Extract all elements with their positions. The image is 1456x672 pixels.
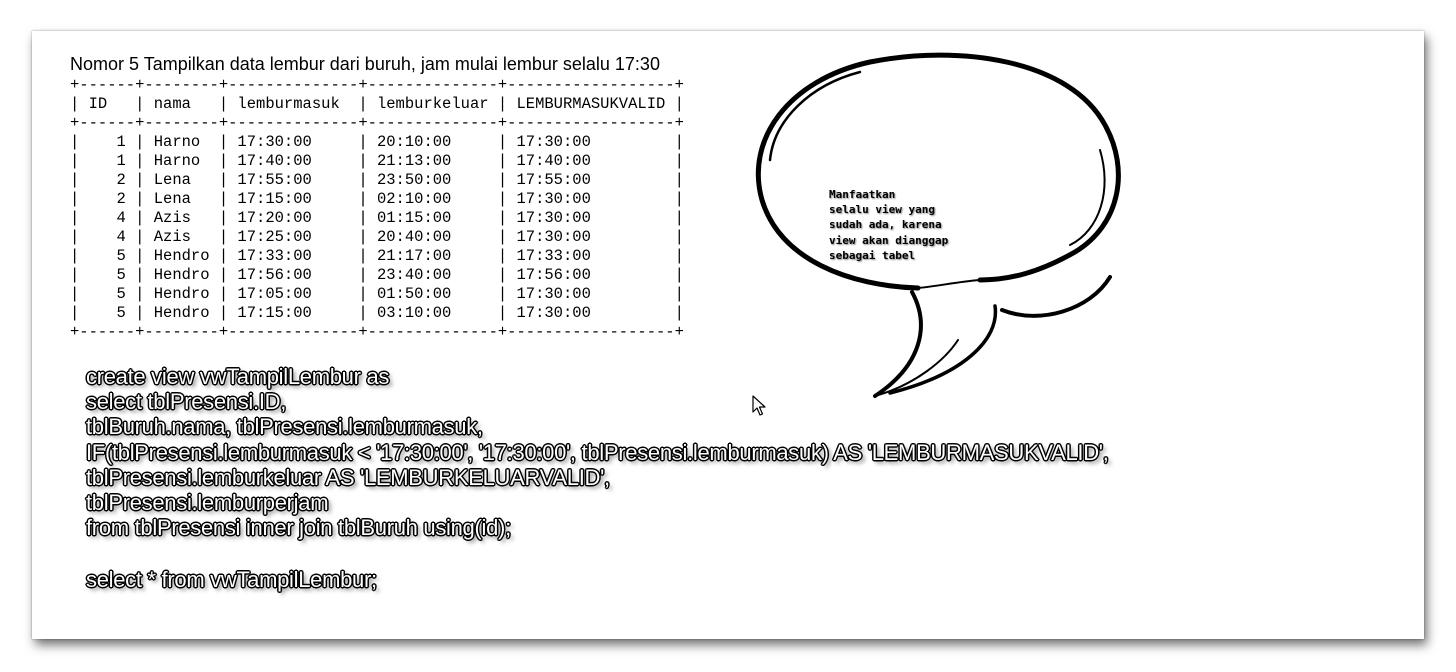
sql-blank-line: [86, 540, 1109, 567]
sql-line: IF(tblPresensi.lemburmasuk < '17:30:00',…: [86, 439, 1109, 465]
sql-code-block: create view vwTampilLembur as select tbl…: [86, 364, 1109, 593]
callout-line: selalu view yang: [829, 203, 935, 217]
callout-line: Manfaatkan: [829, 188, 896, 201]
sql-line: tblPresensi.lemburkeluar AS 'LEMBURKELUA…: [86, 464, 610, 490]
callout-text: Manfaatkan selalu view yang sudah ada, k…: [829, 187, 948, 263]
table-row: | 1 | Harno | 17:40:00 | 21:13:00 | 17:4…: [70, 152, 684, 170]
callout-line: view akan dianggap: [829, 233, 949, 247]
callout-line: sudah ada, karena: [829, 218, 942, 232]
sql-line: tblBuruh.nama, tblPresensi.lemburmasuk,: [86, 414, 483, 440]
table-row: | 5 | Hendro | 17:33:00 | 21:17:00 | 17:…: [70, 247, 684, 265]
sql-line: create view vwTampilLembur as: [86, 364, 390, 389]
table-border-top: +------+--------+--------------+--------…: [70, 76, 684, 94]
sql-line: from tblPresensi inner join tblBuruh usi…: [86, 515, 511, 541]
table-row: | 5 | Hendro | 17:05:00 | 01:50:00 | 17:…: [70, 285, 684, 303]
table-row: | 2 | Lena | 17:55:00 | 23:50:00 | 17:55…: [70, 171, 684, 189]
table-row: | 2 | Lena | 17:15:00 | 02:10:00 | 17:30…: [70, 190, 684, 208]
table-row: | 5 | Hendro | 17:56:00 | 23:40:00 | 17:…: [70, 266, 684, 284]
screen: Nomor 5 Tampilkan data lembur dari buruh…: [0, 0, 1456, 672]
table-row: | 5 | Hendro | 17:15:00 | 03:10:00 | 17:…: [70, 304, 684, 322]
table-row: | 4 | Azis | 17:25:00 | 20:40:00 | 17:30…: [70, 228, 684, 246]
sql-line: select tblPresensi.ID,: [86, 389, 287, 415]
table-header-row: | ID | nama | lemburmasuk | lemburkeluar…: [70, 95, 684, 113]
slide-heading: Nomor 5 Tampilkan data lembur dari buruh…: [70, 54, 660, 74]
table-row: | 4 | Azis | 17:20:00 | 01:15:00 | 17:30…: [70, 209, 684, 227]
callout-line: sebagai tabel: [829, 248, 916, 262]
table-border-mid: +------+--------+--------------+--------…: [70, 114, 684, 132]
sql-line: tblPresensi.lemburperjam: [86, 490, 329, 516]
sql-select-line: select * from vwTampilLembur;: [86, 567, 377, 593]
query-result-table: +------+--------+--------------+--------…: [70, 76, 684, 342]
table-border-bottom: +------+--------+--------------+--------…: [70, 323, 684, 341]
table-row: | 1 | Harno | 17:30:00 | 20:10:00 | 17:3…: [70, 133, 684, 151]
